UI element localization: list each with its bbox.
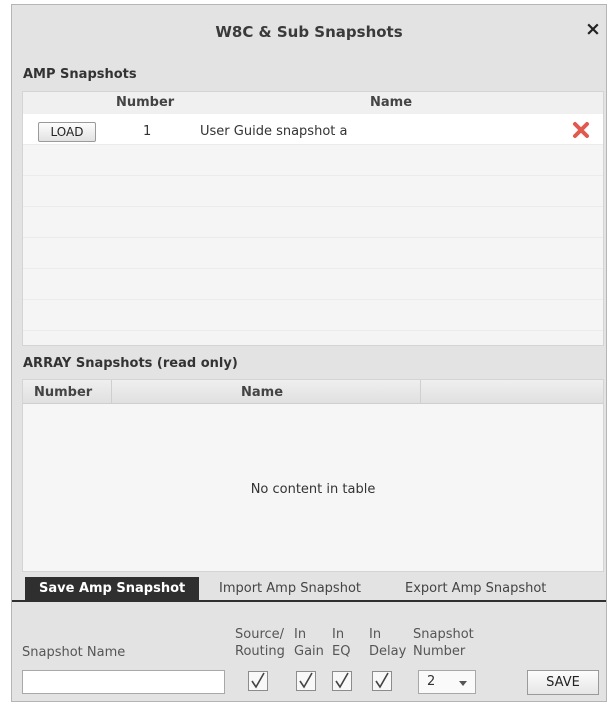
amp-snapshots-table: Number Name LOAD 1 User Guide snapshot a [22,91,604,346]
snapshot-name: User Guide snapshot a [200,124,348,139]
column-header-number[interactable]: Number [116,95,174,110]
checkmark-icon [335,672,349,689]
table-row-empty [23,145,603,176]
table-row-empty [23,300,603,331]
label-line: In [294,627,307,642]
source-routing-checkbox[interactable] [248,671,268,691]
array-snapshots-heading: ARRAY Snapshots (read only) [23,356,238,371]
amp-snapshots-heading: AMP Snapshots [23,67,137,82]
close-button[interactable]: × [584,19,602,39]
column-header-number[interactable]: Number [34,385,92,400]
table-row-empty [23,207,603,238]
in-delay-label: In Delay [369,626,406,660]
snapshot-number: 1 [143,124,152,139]
amp-table-header: Number Name [23,92,603,114]
label-line: Delay [369,644,407,659]
empty-table-message: No content in table [250,482,376,497]
checkmark-icon [299,672,313,689]
snapshot-name-input[interactable] [22,670,225,694]
table-row-empty [23,238,603,269]
tab-import-amp-snapshot[interactable]: Import Amp Snapshot [219,577,361,601]
tab-bar: Save Amp Snapshot Import Amp Snapshot Ex… [12,575,606,602]
in-delay-checkbox[interactable] [372,671,392,691]
dialog-title: W8C & Sub Snapshots [215,23,403,41]
snapshot-name-label: Snapshot Name [22,645,126,660]
save-button[interactable]: SAVE [527,670,599,695]
label-line: Number [413,644,466,659]
column-divider [111,380,112,404]
array-snapshots-table: Number Name No content in table [22,379,604,572]
in-eq-checkbox[interactable] [332,671,352,691]
tab-export-amp-snapshot[interactable]: Export Amp Snapshot [405,577,546,601]
label-line: In [332,627,345,642]
array-table-header: Number Name [23,380,603,404]
delete-icon[interactable] [571,120,591,140]
column-divider [420,380,421,404]
tab-underline [12,600,606,602]
snapshots-dialog: W8C & Sub Snapshots × AMP Snapshots Numb… [11,4,607,702]
in-gain-checkbox[interactable] [296,671,316,691]
table-row-empty [23,176,603,207]
checkmark-icon [375,672,389,689]
label-line: Source/ [235,627,285,642]
label-line: Routing [235,644,285,659]
snapshot-number-value: 2 [427,674,436,689]
snapshot-number-label: Snapshot Number [413,626,474,660]
label-line: Gain [294,644,324,659]
column-header-name[interactable]: Name [370,95,412,110]
column-header-name[interactable]: Name [241,385,283,400]
label-line: In [369,627,382,642]
title-bar: W8C & Sub Snapshots × [12,5,606,57]
label-line: EQ [332,644,351,659]
table-row-empty [23,269,603,300]
chevron-down-icon [459,681,467,686]
table-row[interactable]: LOAD 1 User Guide snapshot a [23,114,603,145]
load-button[interactable]: LOAD [38,122,96,142]
tab-save-amp-snapshot[interactable]: Save Amp Snapshot [25,577,200,601]
source-routing-label: Source/ Routing [235,626,285,660]
label-line: Snapshot [413,627,474,642]
snapshot-number-select[interactable]: 2 [418,670,476,694]
checkmark-icon [251,672,265,689]
in-eq-label: In EQ [332,626,350,660]
in-gain-label: In Gain [294,626,324,660]
